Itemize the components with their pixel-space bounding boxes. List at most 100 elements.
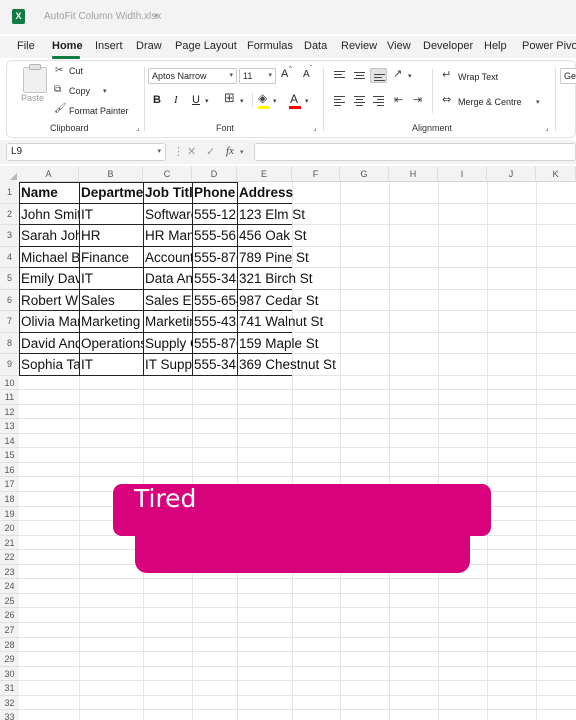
table-cell[interactable]: 987 Cedar St <box>237 290 319 311</box>
column-header-f[interactable]: F <box>292 166 340 182</box>
tab-review[interactable]: Review <box>341 40 377 52</box>
cancel-entry-icon[interactable]: ✕ <box>187 145 196 158</box>
table-cell[interactable]: John Smith <box>19 204 79 225</box>
table-cell[interactable]: 456 Oak St <box>237 225 307 246</box>
table-cell[interactable]: Data Analyst <box>143 268 192 289</box>
tab-power-pivot[interactable]: Power Pivot <box>522 40 576 52</box>
decrease-indent-icon[interactable]: ⇤ <box>394 94 403 106</box>
merge-center-icon[interactable]: ⇔ <box>442 94 451 106</box>
table-cell[interactable]: IT <box>79 354 143 375</box>
align-bottom-icon[interactable] <box>370 68 387 83</box>
underline-dropdown-icon[interactable]: ▾ <box>205 95 209 107</box>
align-left-icon[interactable] <box>331 93 348 108</box>
table-cell[interactable]: Sales <box>79 290 143 311</box>
table-cell[interactable]: Supply Chain <box>143 333 192 354</box>
row-header-22[interactable]: 22 <box>0 550 19 565</box>
row-header-3[interactable]: 3 <box>0 225 19 247</box>
format-painter-icon[interactable]: 🖌 <box>54 103 67 115</box>
column-header-i[interactable]: I <box>438 166 487 182</box>
table-cell[interactable]: 555-8765 <box>192 333 237 354</box>
row-header-20[interactable]: 20 <box>0 521 19 536</box>
row-header-8[interactable]: 8 <box>0 332 19 354</box>
table-cell[interactable]: 555-8765 <box>192 247 237 268</box>
insert-function-button[interactable]: fx <box>226 145 234 157</box>
table-cell[interactable]: 159 Maple St <box>237 333 319 354</box>
column-header-c[interactable]: C <box>143 166 192 182</box>
row-header-12[interactable]: 12 <box>0 404 19 420</box>
table-cell[interactable]: IT <box>79 204 143 225</box>
table-cell[interactable]: 555-1234 <box>192 204 237 225</box>
row-header-2[interactable]: 2 <box>0 203 19 225</box>
tab-home[interactable]: Home <box>52 40 83 52</box>
tab-file[interactable]: File <box>17 40 35 52</box>
table-cell[interactable]: 369 Chestnut St <box>237 354 336 375</box>
column-header-j[interactable]: J <box>487 166 536 182</box>
row-header-5[interactable]: 5 <box>0 268 19 290</box>
column-header-d[interactable]: D <box>192 166 237 182</box>
table-cell[interactable]: Robert Wilson <box>19 290 79 311</box>
font-size-select[interactable]: 11 ▾ <box>239 68 276 84</box>
cut-button[interactable]: Cut <box>69 66 83 76</box>
row-header-23[interactable]: 23 <box>0 564 19 580</box>
merge-dropdown-icon[interactable]: ▾ <box>536 96 540 108</box>
row-header-29[interactable]: 29 <box>0 652 19 667</box>
borders-dropdown-icon[interactable]: ▾ <box>240 95 244 107</box>
tab-data[interactable]: Data <box>304 40 327 52</box>
table-cell[interactable]: HR Manager <box>143 225 192 246</box>
tab-view[interactable]: View <box>387 40 411 52</box>
align-center-icon[interactable] <box>351 93 368 108</box>
chevron-down-icon[interactable]: ▾ <box>154 11 158 20</box>
column-header-h[interactable]: H <box>389 166 438 182</box>
table-cell[interactable]: 555-6543 <box>192 290 237 311</box>
copy-dropdown-icon[interactable]: ▾ <box>103 85 107 97</box>
table-cell[interactable]: 555-5678 <box>192 225 237 246</box>
table-cell[interactable]: Marketing <box>143 311 192 332</box>
increase-indent-icon[interactable]: ⇥ <box>413 94 422 106</box>
header-cell[interactable]: Job Title <box>143 182 192 203</box>
table-cell[interactable]: 555-3456 <box>192 354 237 375</box>
row-header-27[interactable]: 27 <box>0 623 19 638</box>
table-cell[interactable]: Michael Brown <box>19 247 79 268</box>
confirm-entry-icon[interactable]: ✓ <box>206 145 215 158</box>
align-top-icon[interactable] <box>331 68 348 83</box>
merge-center-button[interactable]: Merge & Centre <box>458 97 522 107</box>
table-cell[interactable]: IT Support <box>143 354 192 375</box>
table-cell[interactable]: Operations <box>79 333 143 354</box>
header-cell[interactable]: Department <box>79 182 143 203</box>
table-cell[interactable]: Software <box>143 204 192 225</box>
table-cell[interactable]: Finance <box>79 247 143 268</box>
italic-button[interactable]: I <box>174 94 178 106</box>
tab-draw[interactable]: Draw <box>136 40 162 52</box>
table-cell[interactable]: Marketing <box>79 311 143 332</box>
header-cell[interactable]: Name <box>19 182 79 203</box>
tab-help[interactable]: Help <box>484 40 507 52</box>
column-header-g[interactable]: G <box>340 166 389 182</box>
worksheet-grid[interactable]: ABCDEFGHIJK 1 2 3 4 5 6 7 8 9 10 11 12 13 14 15 16 17 18 1… <box>0 166 576 720</box>
row-header-19[interactable]: 19 <box>0 506 19 522</box>
row-header-28[interactable]: 28 <box>0 637 19 653</box>
fill-color-icon[interactable]: ◈ <box>258 92 267 104</box>
fill-color-dropdown-icon[interactable]: ▾ <box>273 95 277 107</box>
row-header-24[interactable]: 24 <box>0 579 19 594</box>
align-middle-icon[interactable] <box>351 68 368 83</box>
document-title[interactable]: AutoFit Column Width.xlsx <box>44 11 161 22</box>
table-cell[interactable]: 789 Pine St <box>237 247 309 268</box>
row-header-26[interactable]: 26 <box>0 608 19 623</box>
table-cell[interactable]: 321 Birch St <box>237 268 313 289</box>
header-cell[interactable]: Phone <box>192 182 237 203</box>
column-header-a[interactable]: A <box>19 166 79 182</box>
wrap-text-icon[interactable]: ↵ <box>442 69 451 81</box>
select-all-button[interactable] <box>0 166 19 182</box>
column-header-k[interactable]: K <box>536 166 576 182</box>
orientation-dropdown-icon[interactable]: ▾ <box>408 70 412 82</box>
row-header-30[interactable]: 30 <box>0 666 19 682</box>
name-box[interactable]: L9 ▾ <box>6 143 166 161</box>
shrink-font-button[interactable]: A <box>303 69 310 80</box>
table-cell[interactable]: Sophia Taylor <box>19 354 79 375</box>
formula-input[interactable] <box>254 143 576 161</box>
row-header-17[interactable]: 17 <box>0 477 19 492</box>
clipboard-launcher-icon[interactable]: ⌟ <box>136 123 140 132</box>
row-header-33[interactable]: 33 <box>0 710 19 720</box>
copy-icon[interactable]: ⧉ <box>54 84 61 96</box>
bold-button[interactable]: B <box>153 94 161 106</box>
